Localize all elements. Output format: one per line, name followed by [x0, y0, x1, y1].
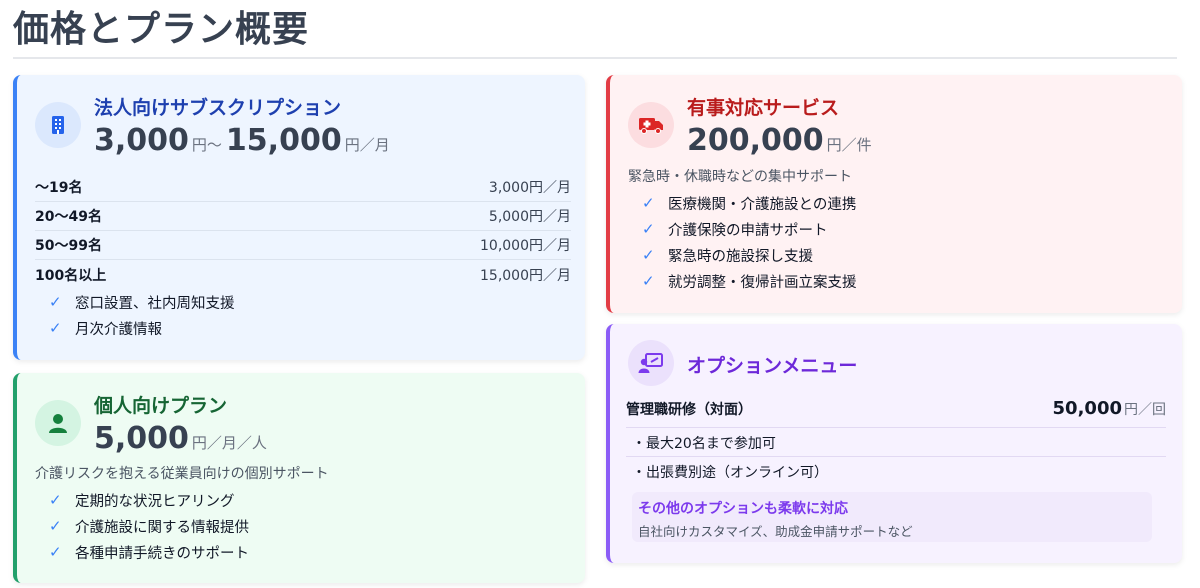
more-options-title: その他のオプションも柔軟に対応: [638, 501, 848, 517]
page-title: 価格とプラン概要: [13, 9, 310, 50]
title-divider: [13, 57, 1177, 59]
option-item-row: 管理職研修（対面） 50,000 円／回: [626, 398, 1166, 419]
check-icon: ✓: [642, 194, 655, 212]
feature-list: ✓ 定期的な状況ヒアリング ✓ 介護施設に関する情報提供 ✓ 各種申請手続きのサ…: [49, 487, 249, 565]
pricing-page: 価格とプラン概要 法人向けサブスクリプション 3,000 円〜 15,000 円…: [0, 0, 1200, 588]
feature-text: 定期的な状況ヒアリング: [75, 493, 235, 510]
tier-label: 100名以上: [35, 267, 107, 284]
price-unit: 円／件: [826, 136, 872, 154]
option-item-name: 管理職研修（対面）: [626, 402, 752, 418]
check-icon: ✓: [49, 319, 62, 337]
plan-description: 介護リスクを抱える従業員向けの個別サポート: [35, 466, 329, 482]
price-unit: 円／月／人: [191, 434, 267, 452]
tier-table: 〜19名 3,000円／月 20〜49名 5,000円／月 50〜99名 10,…: [35, 173, 571, 289]
feature-text: 各種申請手続きのサポート: [75, 545, 249, 562]
price-value: 5,000: [94, 421, 189, 456]
check-icon: ✓: [49, 293, 62, 311]
tier-price: 10,000円／月: [480, 238, 571, 254]
option-bullet: ・最大20名まで参加可: [632, 436, 776, 452]
tier-price: 15,000円／月: [480, 267, 571, 284]
check-icon: ✓: [49, 517, 62, 535]
more-options-description: 自社向けカスタマイズ、助成金申請サポートなど: [638, 524, 913, 539]
feature-item: ✓ 月次介護情報: [49, 315, 235, 341]
plan-price: 200,000 円／件: [687, 123, 876, 158]
price-value: 200,000: [687, 123, 824, 158]
feature-text: 緊急時の施設探し支援: [668, 248, 813, 265]
feature-item: ✓ 各種申請手続きのサポート: [49, 539, 249, 565]
individual-plan-card: 個人向けプラン 5,000 円／月／人 介護リスクを抱える従業員向けの個別サポー…: [13, 373, 585, 583]
feature-item: ✓ 窓口設置、社内周知支援: [49, 289, 235, 315]
feature-text: 介護施設に関する情報提供: [75, 519, 249, 536]
tier-row: 50〜99名 10,000円／月: [35, 231, 571, 260]
feature-text: 月次介護情報: [75, 321, 162, 338]
corporate-plan-card: 法人向けサブスクリプション 3,000 円〜 15,000 円／月 〜19名 3…: [13, 75, 585, 360]
plan-description: 緊急時・休職時などの集中サポート: [628, 169, 852, 185]
feature-list: ✓ 医療機関・介護施設との連携 ✓ 介護保険の申請サポート ✓ 緊急時の施設探し…: [642, 190, 857, 294]
option-item-price: 50,000 円／回: [1053, 398, 1166, 419]
feature-text: 就労調整・復帰計画立案支援: [668, 274, 857, 291]
tier-price: 3,000円／月: [488, 180, 571, 196]
check-icon: ✓: [642, 220, 655, 238]
tier-label: 〜19名: [35, 180, 83, 196]
option-divider: [626, 427, 1166, 428]
feature-item: ✓ 定期的な状況ヒアリング: [49, 487, 249, 513]
check-icon: ✓: [49, 543, 62, 561]
option-price-unit: 円／回: [1124, 402, 1166, 418]
plan-name: 個人向けプラン: [94, 395, 228, 417]
more-options-box: その他のオプションも柔軟に対応 自社向けカスタマイズ、助成金申請サポートなど: [632, 492, 1152, 542]
check-icon: ✓: [49, 491, 62, 509]
tier-row: 100名以上 15,000円／月: [35, 260, 571, 289]
emergency-service-card: 有事対応サービス 200,000 円／件 緊急時・休職時などの集中サポート ✓ …: [606, 75, 1182, 313]
plan-price: 3,000 円〜 15,000 円／月: [94, 123, 394, 158]
plan-price: 5,000 円／月／人: [94, 421, 271, 456]
check-icon: ✓: [642, 272, 655, 290]
tier-label: 20〜49名: [35, 209, 102, 225]
tier-row: 〜19名 3,000円／月: [35, 173, 571, 202]
presentation-icon: [628, 340, 674, 386]
feature-text: 医療機関・介護施設との連携: [668, 196, 857, 213]
plan-name: オプションメニュー: [687, 355, 858, 377]
feature-item: ✓ 介護保険の申請サポート: [642, 216, 857, 242]
feature-item: ✓ 介護施設に関する情報提供: [49, 513, 249, 539]
feature-item: ✓ 医療機関・介護施設との連携: [642, 190, 857, 216]
price-min: 3,000: [94, 123, 189, 158]
option-divider: [626, 456, 1166, 457]
price-max: 15,000: [225, 123, 342, 158]
option-price-value: 50,000: [1052, 398, 1122, 419]
ambulance-icon: [628, 102, 674, 148]
feature-item: ✓ 緊急時の施設探し支援: [642, 242, 857, 268]
feature-item: ✓ 就労調整・復帰計画立案支援: [642, 268, 857, 294]
feature-list: ✓ 窓口設置、社内周知支援 ✓ 月次介護情報: [49, 289, 235, 341]
check-icon: ✓: [642, 246, 655, 264]
feature-text: 介護保険の申請サポート: [668, 222, 828, 239]
feature-text: 窓口設置、社内周知支援: [75, 295, 235, 312]
tier-price: 5,000円／月: [488, 209, 571, 225]
price-max-unit: 円／月: [344, 136, 390, 154]
tier-row: 20〜49名 5,000円／月: [35, 202, 571, 231]
option-bullet: ・出張費別途（オンライン可）: [632, 465, 828, 481]
plan-name: 有事対応サービス: [687, 97, 840, 119]
plan-name: 法人向けサブスクリプション: [94, 97, 342, 119]
person-icon: [35, 400, 81, 446]
price-min-unit: 円〜: [191, 136, 222, 154]
option-menu-card: オプションメニュー 管理職研修（対面） 50,000 円／回 ・最大20名まで参加…: [606, 324, 1182, 563]
building-icon: [35, 102, 81, 148]
tier-label: 50〜99名: [35, 238, 102, 254]
